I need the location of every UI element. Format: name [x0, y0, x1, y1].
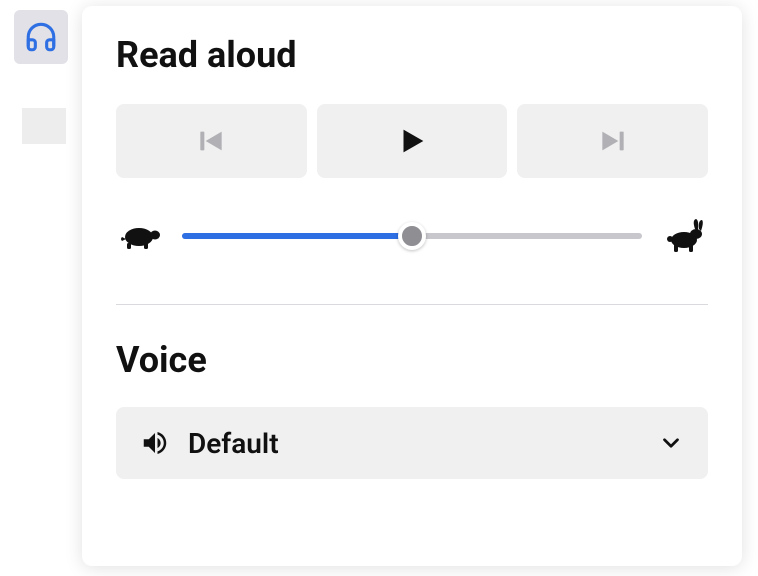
- read-aloud-panel: Read aloud: [82, 6, 742, 566]
- rabbit-icon: [662, 218, 704, 254]
- slider-thumb[interactable]: [398, 222, 426, 250]
- speaker-icon: [140, 428, 170, 458]
- divider: [116, 304, 708, 305]
- voice-selected-label: Default: [188, 427, 640, 460]
- previous-button[interactable]: [116, 104, 307, 178]
- turtle-icon: [120, 221, 162, 251]
- speed-slider[interactable]: [182, 221, 642, 251]
- play-button[interactable]: [317, 104, 508, 178]
- slider-fill: [182, 233, 412, 239]
- toolbar-placeholder: [22, 108, 66, 144]
- chevron-down-icon: [658, 430, 684, 456]
- headphones-icon: [24, 20, 58, 54]
- skip-back-icon: [195, 125, 227, 157]
- panel-title: Read aloud: [116, 34, 708, 76]
- read-aloud-toolbar-button[interactable]: [14, 10, 68, 64]
- next-button[interactable]: [517, 104, 708, 178]
- skip-forward-icon: [597, 125, 629, 157]
- speed-slider-row: [116, 218, 708, 254]
- play-icon: [395, 124, 429, 158]
- voice-section-title: Voice: [116, 339, 708, 381]
- playback-controls: [116, 104, 708, 178]
- voice-select[interactable]: Default: [116, 407, 708, 479]
